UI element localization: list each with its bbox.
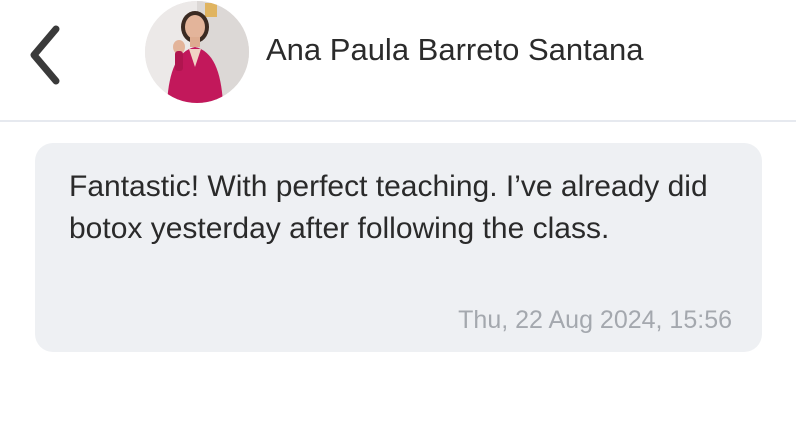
back-button[interactable] (22, 20, 70, 90)
contact-avatar-image (145, 1, 249, 103)
chevron-left-icon (30, 25, 60, 85)
header-divider (0, 120, 796, 122)
message-text: Fantastic! With perfect teaching. I’ve a… (69, 170, 708, 245)
contact-name[interactable]: Ana Paula Barreto Santana (266, 30, 643, 70)
avatar[interactable] (145, 1, 249, 103)
message-bubble[interactable]: Fantastic! With perfect teaching. I’ve a… (35, 143, 762, 352)
chat-header: Ana Paula Barreto Santana (0, 0, 796, 120)
message-timestamp: Thu, 22 Aug 2024, 15:56 (458, 306, 732, 334)
